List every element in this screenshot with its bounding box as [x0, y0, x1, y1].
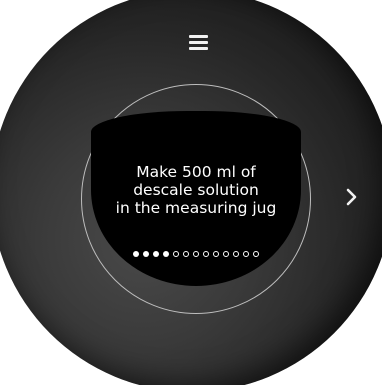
progress-dot — [193, 251, 199, 257]
instruction-line-3: in the measuring jug — [115, 199, 277, 217]
instruction-message: Make 500 ml of descale solution in the m… — [91, 163, 301, 217]
progress-dot — [233, 251, 239, 257]
step-progress-dots — [91, 251, 301, 257]
menu-bar — [189, 47, 208, 50]
menu-bar — [189, 41, 208, 44]
progress-dot — [213, 251, 219, 257]
instruction-line-2: descale solution — [133, 181, 259, 199]
progress-dot — [143, 251, 149, 257]
progress-dot — [153, 251, 159, 257]
chevron-right-svg — [346, 188, 357, 206]
progress-dot — [163, 251, 169, 257]
progress-dot — [223, 251, 229, 257]
progress-dot — [183, 251, 189, 257]
instruction-line-1: Make 500 ml of — [136, 163, 256, 181]
progress-dot — [243, 251, 249, 257]
menu-icon[interactable] — [189, 35, 208, 51]
progress-dot — [173, 251, 179, 257]
progress-dot — [133, 251, 139, 257]
progress-dot — [203, 251, 209, 257]
menu-bar — [189, 35, 208, 38]
chevron-right-icon[interactable] — [340, 186, 362, 208]
progress-dot — [253, 251, 259, 257]
